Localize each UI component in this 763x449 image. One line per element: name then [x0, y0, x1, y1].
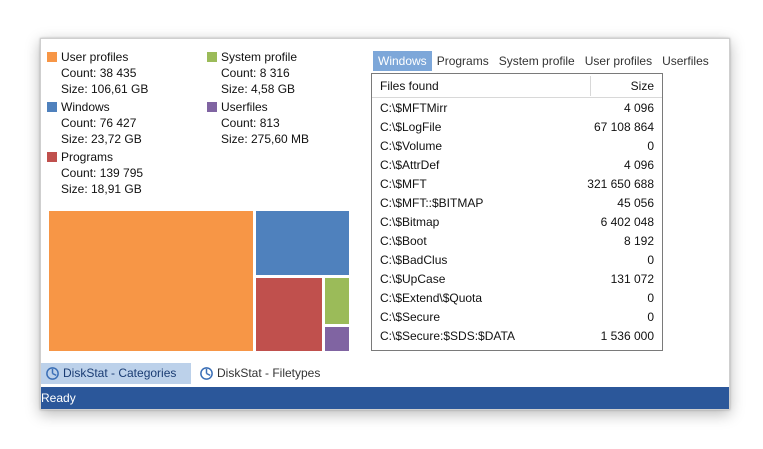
table-row[interactable]: C:\$Extend\$Quota 0	[372, 289, 662, 308]
tab-user-profiles[interactable]: User profiles	[580, 51, 657, 71]
file-size: 67 108 864	[593, 120, 654, 134]
legend-size: Size: 275,60 MB	[221, 132, 310, 146]
category-legend: User profiles Count: 38 435 Size: 106,61…	[47, 49, 367, 209]
file-size: 4 096	[623, 101, 654, 115]
table-row[interactable]: C:\$MFT 321 650 688	[372, 175, 662, 194]
legend-size: Size: 23,72 GB	[61, 132, 142, 146]
table-row[interactable]: C:\$Secure 0	[372, 308, 662, 327]
legend-item-windows: Windows Count: 76 427 Size: 23,72 GB	[47, 99, 142, 147]
files-table[interactable]: Files found Size C:\$MFTMirr 4 096 C:\$Lo…	[371, 73, 663, 351]
file-name: C:\$MFT	[380, 177, 427, 191]
file-size: 0	[647, 310, 654, 324]
table-row[interactable]: C:\$Secure:$SDS:$DATA 1 536 000	[372, 327, 662, 346]
diskstat-window: User profiles Count: 38 435 Size: 106,61…	[40, 38, 730, 410]
diskstat-icon	[200, 367, 213, 380]
tab-windows[interactable]: Windows	[373, 51, 432, 71]
table-header: Files found Size	[372, 74, 662, 98]
table-row[interactable]: C:\$UpCase 131 072	[372, 270, 662, 289]
status-bar: Ready	[41, 387, 729, 409]
tab-diskstat-categories[interactable]: DiskStat - Categories	[41, 363, 191, 384]
category-treemap[interactable]	[49, 211, 349, 351]
legend-item-user-profiles: User profiles Count: 38 435 Size: 106,61…	[47, 49, 148, 97]
tab-diskstat-filetypes[interactable]: DiskStat - Filetypes	[195, 363, 345, 384]
table-row[interactable]: C:\$Volume 0	[372, 137, 662, 156]
file-name: C:\$UpCase	[380, 272, 446, 286]
file-name: C:\$Secure	[380, 310, 441, 324]
column-header-size[interactable]: Size	[631, 79, 654, 93]
treemap-tile-system-profile[interactable]	[325, 278, 349, 324]
file-name: C:\$BadClus	[380, 253, 448, 267]
legend-item-userfiles: Userfiles Count: 813 Size: 275,60 MB	[207, 99, 309, 147]
table-row[interactable]: C:\$AttrDef 4 096	[372, 156, 662, 175]
file-name: C:\$Boot	[380, 234, 427, 248]
legend-size: Size: 106,61 GB	[61, 82, 149, 96]
file-name: C:\$Secure:$SDS:$DATA	[380, 329, 515, 343]
tab-label: DiskStat - Filetypes	[217, 366, 321, 380]
file-size: 8 192	[623, 234, 654, 248]
file-size: 1 536 000	[600, 329, 654, 343]
file-name: C:\$Bitmap	[380, 215, 440, 229]
file-size: 6 402 048	[600, 215, 654, 229]
file-size: 45 056	[617, 196, 654, 210]
table-row[interactable]: C:\$Boot 8 192	[372, 232, 662, 251]
table-row[interactable]: C:\$Bitmap 6 402 048	[372, 213, 662, 232]
table-row[interactable]: C:\$MFT::$BITMAP 45 056	[372, 194, 662, 213]
system-profile-swatch	[207, 52, 217, 62]
diskstat-icon	[46, 367, 59, 380]
column-divider[interactable]	[590, 76, 591, 96]
category-tabs: Windows Programs System profile User profil…	[373, 51, 729, 73]
legend-label: Windows	[61, 100, 110, 114]
file-size: 0	[647, 291, 654, 305]
treemap-tile-programs[interactable]	[256, 278, 322, 351]
file-size: 0	[647, 139, 654, 153]
legend-size: Size: 4,58 GB	[221, 82, 296, 96]
legend-item-system-profile: System profile Count: 8 316 Size: 4,58 G…	[207, 49, 297, 97]
table-row[interactable]: C:\$MFTMirr 4 096	[372, 99, 662, 118]
legend-label: System profile	[221, 50, 298, 64]
table-row[interactable]: C:\$LogFile 67 108 864	[372, 118, 662, 137]
legend-size: Size: 18,91 GB	[61, 182, 142, 196]
legend-count: Count: 139 795	[61, 166, 144, 180]
tab-system-profile[interactable]: System profile	[494, 51, 580, 71]
legend-count: Count: 813	[221, 116, 280, 130]
userfiles-swatch	[207, 102, 217, 112]
table-body: C:\$MFTMirr 4 096 C:\$LogFile 67 108 864 C…	[372, 99, 662, 346]
legend-label: Userfiles	[221, 100, 268, 114]
tab-programs[interactable]: Programs	[432, 51, 494, 71]
windows-swatch	[47, 102, 57, 112]
file-name: C:\$LogFile	[380, 120, 442, 134]
file-name: C:\$MFTMirr	[380, 101, 448, 115]
table-row[interactable]: C:\$BadClus 0	[372, 251, 662, 270]
tab-userfiles[interactable]: Userfiles	[657, 51, 714, 71]
file-size: 321 650 688	[587, 177, 654, 191]
file-name: C:\$Extend\$Quota	[380, 291, 483, 305]
status-text: Ready	[41, 391, 76, 405]
view-tabs: DiskStat - Categories DiskStat - Filetyp…	[41, 363, 729, 385]
user-profiles-swatch	[47, 52, 57, 62]
treemap-tile-windows[interactable]	[256, 211, 349, 275]
treemap-tile-user-profiles[interactable]	[49, 211, 253, 351]
legend-label: User profiles	[61, 50, 129, 64]
file-name: C:\$AttrDef	[380, 158, 440, 172]
file-size: 0	[647, 253, 654, 267]
column-header-files-found[interactable]: Files found	[380, 79, 439, 93]
legend-label: Programs	[61, 150, 114, 164]
file-size: 4 096	[623, 158, 654, 172]
legend-count: Count: 76 427	[61, 116, 137, 130]
tab-label: DiskStat - Categories	[63, 366, 177, 380]
treemap-tile-userfiles[interactable]	[325, 327, 349, 351]
programs-swatch	[47, 152, 57, 162]
legend-count: Count: 38 435	[61, 66, 137, 80]
file-name: C:\$Volume	[380, 139, 443, 153]
legend-count: Count: 8 316	[221, 66, 290, 80]
legend-item-programs: Programs Count: 139 795 Size: 18,91 GB	[47, 149, 143, 197]
file-size: 131 072	[610, 272, 654, 286]
file-name: C:\$MFT::$BITMAP	[380, 196, 484, 210]
